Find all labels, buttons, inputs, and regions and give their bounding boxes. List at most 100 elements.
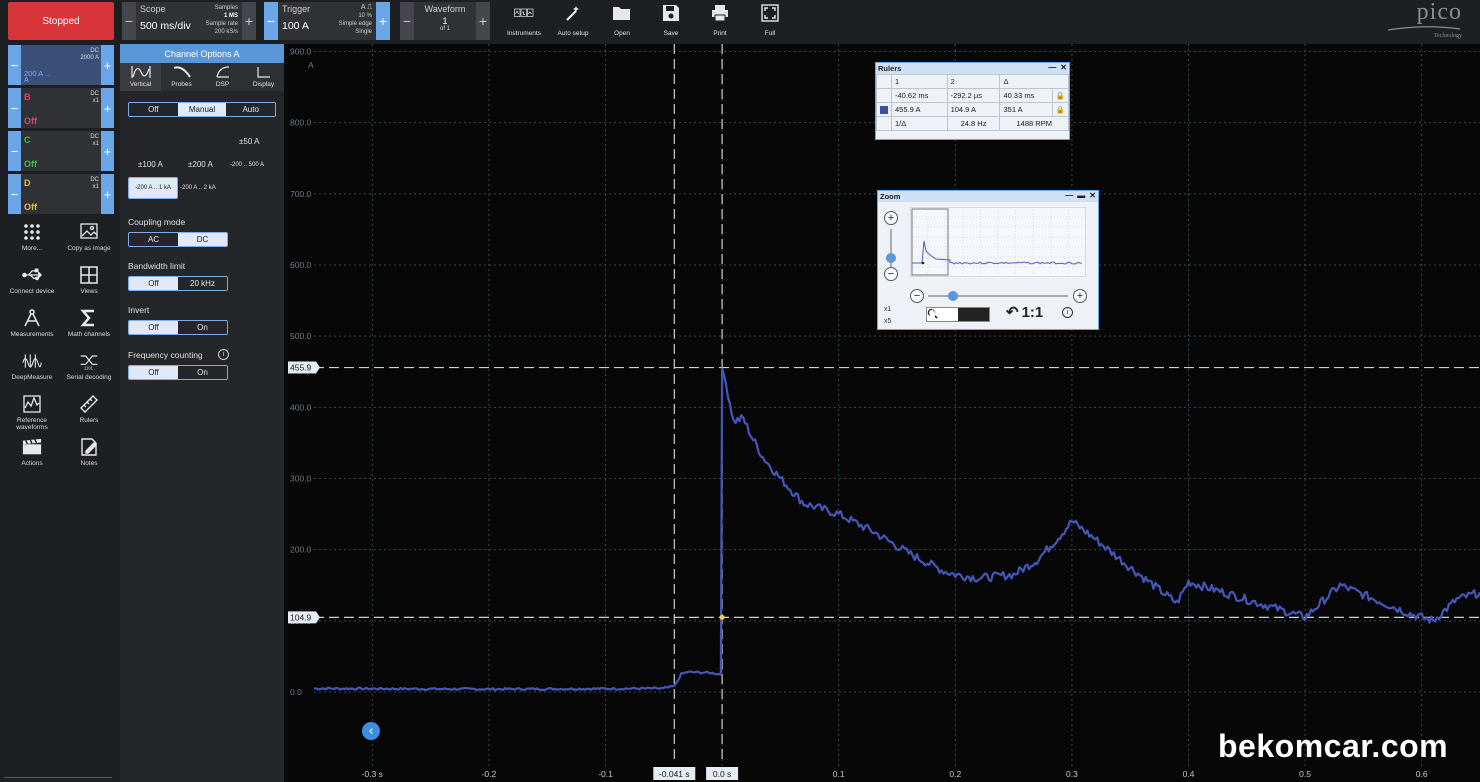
range-200-500a[interactable]: -200 .. 500 A [230, 162, 264, 168]
trigger-mode[interactable]: Single [339, 28, 372, 36]
minimize-icon[interactable]: — [1065, 191, 1073, 200]
trigger-type[interactable]: Simple edge [339, 20, 372, 28]
invert-on[interactable]: On [178, 321, 227, 334]
channel-options-panel: Channel Options A Vertical Probes DSP Di… [120, 44, 284, 782]
instruments-button[interactable]: Instruments [500, 2, 548, 40]
samples-label: Samples [214, 5, 238, 11]
invert-off[interactable]: Off [129, 321, 178, 334]
timebase-decrease-button[interactable]: − [122, 2, 136, 40]
trigger-decrease-button[interactable]: − [264, 2, 278, 40]
zoom-reset-button[interactable]: ↶ 1:1 [1006, 303, 1043, 322]
invert-label: Invert [128, 305, 150, 315]
waveform-prev-button[interactable]: − [400, 2, 414, 40]
zoom-overview-graph[interactable] [910, 207, 1086, 277]
frequency-info-icon[interactable]: i [218, 349, 229, 360]
notes-button[interactable]: Notes [60, 437, 118, 477]
scope-view[interactable]: 900.0 800.0 700.0 600.0 500.0 400.0 300.0 200.0… [288, 44, 1480, 782]
channel-a-control[interactable]: − DC 2000 A 200 A ... A + [8, 45, 114, 85]
fullscreen-button[interactable]: Full [746, 2, 794, 40]
tab-vertical[interactable]: Vertical [120, 63, 161, 91]
instruments-label: Instruments [507, 30, 541, 37]
measurements-button[interactable]: Measurements [3, 308, 61, 348]
channel-c-state: Off [24, 159, 37, 169]
more-button[interactable]: More... [3, 222, 61, 262]
bandwidth-off[interactable]: Off [129, 277, 178, 290]
run-stop-button[interactable]: Stopped [8, 2, 114, 40]
coupling-dc[interactable]: DC [178, 233, 227, 246]
minimize-icon[interactable]: — [1048, 63, 1056, 72]
trigger-increase-button[interactable]: + [376, 2, 390, 40]
zoom-in-vertical-button[interactable]: + [884, 211, 898, 225]
deepmeasure-button[interactable]: DeepMeasure [3, 351, 61, 391]
range-200a-1ka-selected[interactable]: -200 A .. 1 kA [128, 177, 178, 199]
channel-c-increase-button[interactable]: + [101, 131, 114, 171]
vertical-zoom-thumb[interactable] [886, 253, 896, 263]
range-200a[interactable]: ±200 A [188, 160, 213, 169]
channel-b-decrease-button[interactable]: − [8, 88, 21, 128]
range-mode-auto[interactable]: Auto [226, 103, 275, 116]
range-100a[interactable]: ±100 A [138, 160, 163, 169]
close-icon[interactable]: ✕ [1089, 191, 1096, 200]
timebase-increase-button[interactable]: + [242, 2, 256, 40]
channel-d-decrease-button[interactable]: − [8, 174, 21, 214]
auto-setup-button[interactable]: Auto setup [549, 2, 597, 40]
lock-icon[interactable]: 🔒 [1051, 102, 1070, 117]
channel-b-increase-button[interactable]: + [101, 88, 114, 128]
print-button[interactable]: Print [696, 2, 744, 40]
serial-decoding-label: Serial decoding [66, 374, 112, 381]
zoom-overview-window[interactable]: Zoom — ▬ ✕ + − − + x1 x5 ↶ 1:1 i [877, 190, 1099, 330]
samples-value[interactable]: 1 MS [206, 12, 238, 20]
tab-dsp[interactable]: DSP [202, 63, 243, 91]
range-200a-2ka[interactable]: -200 A .. 2 kA [180, 185, 216, 191]
tab-probes[interactable]: Probes [161, 63, 202, 91]
waveform-title: Waveform [424, 4, 466, 14]
hand-icon [929, 308, 936, 319]
channel-b-control[interactable]: − B DC x1 Off + [8, 88, 114, 128]
save-button[interactable]: Save [647, 2, 695, 40]
svg-text:1101: 1101 [84, 365, 94, 370]
connect-device-button[interactable]: Connect device [3, 265, 61, 305]
channel-d-control[interactable]: − D DC x1 Off + [8, 174, 114, 214]
channel-a-increase-button[interactable]: + [101, 45, 114, 85]
actions-icon [22, 438, 42, 455]
serial-decoding-button[interactable]: 1101 Serial decoding [60, 351, 118, 391]
zoom-out-vertical-button[interactable]: − [884, 267, 898, 281]
frequency-off[interactable]: Off [129, 366, 178, 379]
actions-button[interactable]: Actions [3, 437, 61, 477]
lock-icon[interactable]: 🔒 [1051, 88, 1070, 103]
views-grid-icon [80, 266, 98, 284]
frequency-counting-selector: Off On [128, 365, 228, 380]
close-icon[interactable]: ✕ [1060, 63, 1067, 72]
reference-waveform-icon [23, 395, 41, 413]
waveform-index: 1 [442, 16, 448, 26]
channel-d-increase-button[interactable]: + [101, 174, 114, 214]
zoom-out-horizontal-button[interactable]: − [910, 289, 924, 303]
scope-graph[interactable]: 900.0 800.0 700.0 600.0 500.0 400.0 300.0 200.0… [288, 44, 1480, 782]
range-50a[interactable]: ±50 A [239, 137, 259, 146]
print-label: Print [713, 30, 727, 37]
bandwidth-20khz[interactable]: 20 kHz [178, 277, 227, 290]
frequency-on[interactable]: On [178, 366, 227, 379]
rulers-button[interactable]: Rulers [60, 394, 118, 434]
copy-as-image-button[interactable]: Copy as image [60, 222, 118, 262]
channel-c-control[interactable]: − C DC x1 Off + [8, 131, 114, 171]
channel-a-decrease-button[interactable]: − [8, 45, 21, 85]
horizontal-zoom-thumb[interactable] [948, 291, 958, 301]
coupling-ac[interactable]: AC [129, 233, 178, 246]
math-channels-button[interactable]: Math channels [60, 308, 118, 348]
views-button[interactable]: Views [60, 265, 118, 305]
tab-display[interactable]: Display [243, 63, 284, 91]
zoom-in-horizontal-button[interactable]: + [1073, 289, 1087, 303]
channel-c-decrease-button[interactable]: − [8, 131, 21, 171]
ruler-value-2: 104.9 A [946, 102, 1001, 117]
rulers-window[interactable]: Rulers — ✕ 12Δ -40.62 ms -292.2 µs 40.33 m… [875, 62, 1070, 140]
y-tick-label: 0.0 [290, 687, 302, 697]
range-mode-manual[interactable]: Manual [177, 103, 227, 116]
reference-waveforms-button[interactable]: Reference waveforms [3, 394, 61, 434]
zoom-info-icon[interactable]: i [1062, 307, 1073, 318]
pan-tool-button[interactable] [929, 308, 989, 321]
open-button[interactable]: Open [598, 2, 646, 40]
range-mode-off[interactable]: Off [129, 103, 178, 116]
waveform-next-button[interactable]: + [476, 2, 490, 40]
maximize-icon[interactable]: ▬ [1077, 191, 1085, 200]
